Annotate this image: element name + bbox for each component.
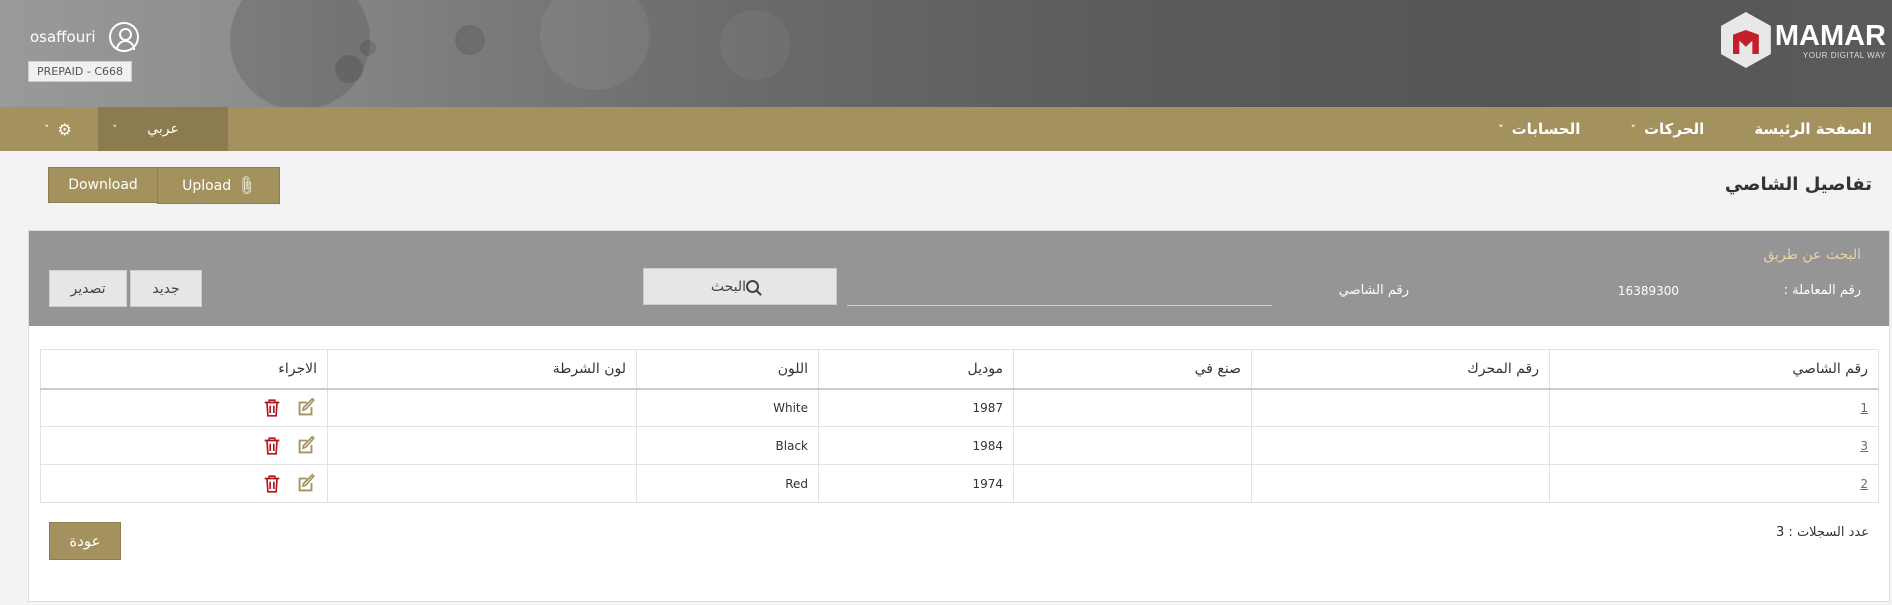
- settings-menu[interactable]: ˅ ⚙: [44, 107, 72, 151]
- column-header-engine[interactable]: رقم المحرك: [1251, 349, 1550, 390]
- nav-item-transactions[interactable]: الحركات ˅: [1630, 120, 1704, 138]
- color-cell: White: [636, 388, 819, 427]
- transaction-value: 16389300: [1617, 284, 1679, 298]
- engine-cell: [1251, 464, 1550, 503]
- edit-icon[interactable]: [295, 397, 317, 419]
- nav-item-home[interactable]: الصفحة الرئيسة: [1754, 120, 1872, 138]
- logo-cube-icon: [1717, 8, 1773, 72]
- model-cell: 1987: [818, 388, 1014, 427]
- nav-item-label: الصفحة الرئيسة: [1754, 120, 1872, 138]
- chassis-link[interactable]: 1: [1860, 401, 1868, 415]
- stripe-color-cell: [327, 388, 637, 427]
- download-label: Download: [68, 177, 138, 193]
- made-in-cell: [1013, 388, 1252, 427]
- edit-icon[interactable]: [295, 473, 317, 495]
- back-button-label: عودة: [69, 532, 101, 550]
- engine-cell: [1251, 388, 1550, 427]
- table-row: 1 1987 White: [40, 388, 1879, 427]
- chassis-table: رقم الشاصي رقم المحرك صنع في موديل اللون…: [40, 349, 1879, 503]
- table-row: 2 1974 Red: [40, 464, 1879, 503]
- new-button-label: جديد: [152, 280, 180, 297]
- records-count: عدد السجلات : 3: [1776, 525, 1869, 540]
- brand-logo[interactable]: MAMAR YOUR DIGITAL WAY: [1717, 8, 1886, 72]
- main-navbar: الصفحة الرئيسة الحركات ˅ الحسابات ˅ ˅ عر…: [0, 107, 1892, 151]
- logo-tagline: YOUR DIGITAL WAY: [1802, 50, 1886, 60]
- chassis-link[interactable]: 2: [1860, 477, 1868, 491]
- new-button[interactable]: جديد: [130, 270, 202, 307]
- trash-icon[interactable]: [261, 473, 283, 495]
- action-cell: [40, 464, 328, 503]
- search-panel: البحث عن طريق رقم المعاملة : 16389300 رق…: [29, 231, 1889, 326]
- username: osaffouri: [30, 28, 96, 46]
- search-icon: [746, 280, 760, 293]
- chevron-down-icon: ˅: [1498, 122, 1504, 136]
- chassis-link[interactable]: 3: [1860, 439, 1868, 453]
- trash-icon[interactable]: [261, 397, 283, 419]
- made-in-cell: [1013, 464, 1252, 503]
- export-button[interactable]: تصدير: [49, 270, 127, 307]
- color-cell: Red: [636, 464, 819, 503]
- upload-label: Upload: [182, 177, 232, 194]
- engine-cell: [1251, 426, 1550, 465]
- nav-item-label: الحسابات: [1511, 120, 1581, 138]
- chevron-down-icon: ˅: [1630, 122, 1636, 136]
- column-header-action: الاجراء: [40, 349, 328, 390]
- search-button-label: البحث: [710, 278, 747, 295]
- chevron-down-icon: ˅: [112, 122, 118, 136]
- table-header-row: رقم الشاصي رقم المحرك صنع في موديل اللون…: [40, 349, 1879, 390]
- color-cell: Black: [636, 426, 819, 465]
- table-row: 3 1984 Black: [40, 426, 1879, 465]
- chevron-down-icon: ˅: [44, 122, 50, 136]
- search-heading: البحث عن طريق: [1763, 247, 1861, 263]
- action-cell: [40, 426, 328, 465]
- user-menu[interactable]: osaffouri: [30, 22, 139, 52]
- user-avatar-icon: [108, 22, 139, 52]
- search-button[interactable]: البحث: [643, 268, 837, 305]
- download-button[interactable]: Download: [48, 167, 158, 203]
- back-button[interactable]: عودة: [49, 522, 121, 560]
- upload-button[interactable]: Upload 📎︎: [157, 167, 280, 204]
- chassis-search-input[interactable]: [847, 271, 1272, 306]
- edit-icon[interactable]: [295, 435, 317, 457]
- trash-icon[interactable]: [261, 435, 283, 457]
- paperclip-icon: 📎︎: [234, 173, 258, 198]
- nav-item-label: الحركات: [1643, 120, 1705, 138]
- logo-name: MAMAR: [1774, 19, 1886, 52]
- account-badge: PREPAID - C668: [28, 61, 133, 82]
- stripe-color-cell: [327, 426, 637, 465]
- top-header: osaffouri PREPAID - C668 MAMAR YOUR DIGI…: [0, 0, 1892, 107]
- nav-items: الصفحة الرئيسة الحركات ˅ الحسابات ˅: [1448, 107, 1872, 151]
- column-header-stripe-color[interactable]: لون الشرطة: [327, 349, 637, 390]
- chassis-search-label: رقم الشاصي: [1338, 283, 1409, 298]
- model-cell: 1974: [818, 464, 1014, 503]
- made-in-cell: [1013, 426, 1252, 465]
- column-header-model[interactable]: موديل: [818, 349, 1014, 390]
- model-cell: 1984: [818, 426, 1014, 465]
- column-header-color[interactable]: اللون: [636, 349, 819, 390]
- transaction-label: رقم المعاملة :: [1783, 283, 1861, 298]
- gear-icon: ⚙: [57, 119, 72, 139]
- export-button-label: تصدير: [70, 280, 106, 297]
- action-cell: [40, 388, 328, 427]
- chassis-panel: البحث عن طريق رقم المعاملة : 16389300 رق…: [28, 230, 1890, 602]
- language-selector[interactable]: ˅ عربي: [98, 107, 228, 151]
- stripe-color-cell: [327, 464, 637, 503]
- language-label: عربي: [147, 121, 179, 137]
- page-title: تفاصيل الشاصي: [1724, 174, 1872, 195]
- column-header-chassis[interactable]: رقم الشاصي: [1549, 349, 1879, 390]
- column-header-made-in[interactable]: صنع في: [1013, 349, 1252, 390]
- nav-item-accounts[interactable]: الحسابات ˅: [1498, 120, 1580, 138]
